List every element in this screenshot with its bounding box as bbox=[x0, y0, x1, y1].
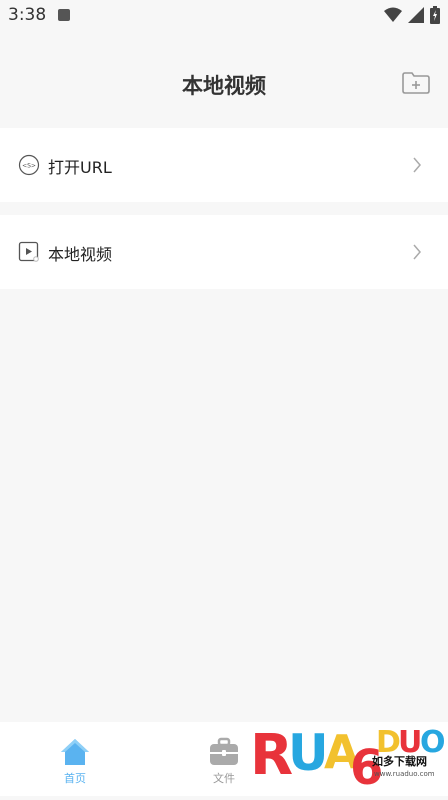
local-video-item[interactable]: 本地视频 bbox=[0, 215, 448, 289]
tab-home[interactable]: 首页 bbox=[0, 722, 150, 796]
toolbox-icon bbox=[210, 737, 238, 765]
svg-text:R: R bbox=[250, 723, 293, 788]
watermark-logo: R U A 6 D U O 如多下载网 www.ruaduo.com bbox=[250, 712, 448, 796]
home-icon bbox=[61, 739, 89, 765]
video-file-icon bbox=[18, 241, 39, 262]
tab-home-label: 首页 bbox=[64, 772, 86, 785]
local-video-label: 本地视频 bbox=[48, 245, 113, 264]
status-icons bbox=[384, 6, 440, 24]
page-title: 本地视频 bbox=[182, 74, 266, 98]
header: 本地视频 bbox=[0, 32, 448, 128]
folder-add-icon[interactable] bbox=[402, 72, 430, 94]
svg-text:<S>: <S> bbox=[22, 163, 36, 170]
signal-icon bbox=[408, 7, 424, 23]
status-time: 3:38 bbox=[8, 5, 47, 25]
url-link-icon: <S> bbox=[18, 154, 40, 176]
svg-text:U: U bbox=[288, 724, 329, 782]
a-icon bbox=[58, 9, 70, 21]
open-url-label: 打开URL bbox=[48, 158, 112, 177]
wifi-icon bbox=[384, 7, 402, 22]
status-bar: 3:38 bbox=[0, 0, 448, 32]
battery-icon bbox=[430, 6, 440, 24]
open-url-item[interactable]: <S> 打开URL bbox=[0, 128, 448, 202]
watermark-sub: 如多下载网 bbox=[372, 755, 427, 768]
chevron-right-icon bbox=[413, 244, 421, 260]
chevron-right-icon bbox=[413, 157, 421, 173]
watermark-url: www.ruaduo.com bbox=[374, 770, 435, 778]
